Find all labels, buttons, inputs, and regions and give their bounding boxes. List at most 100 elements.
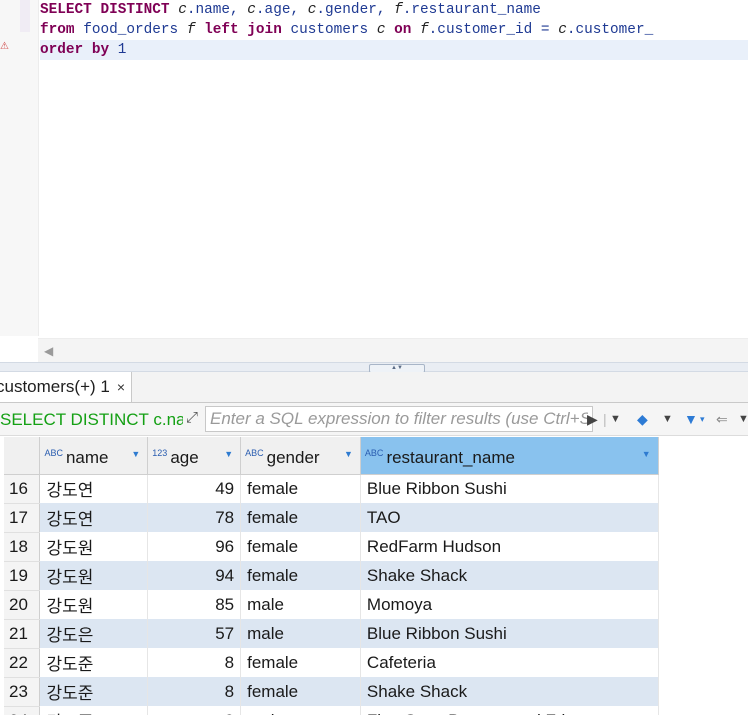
column-header-name[interactable]: ABC name ▼ [39, 437, 149, 475]
row-number[interactable]: 20 [4, 590, 41, 620]
panel-splitter[interactable]: ▲▼ [0, 362, 748, 373]
sql-code[interactable]: SELECT DISTINCT c.name, c.age, c.gender,… [40, 0, 748, 60]
column-header-age[interactable]: 123 age ▼ [147, 437, 242, 475]
row-filler [658, 590, 748, 619]
cell-name[interactable]: 강도원 [39, 561, 149, 590]
cell-name[interactable]: 강도연 [39, 503, 149, 532]
tab-customers-results[interactable]: customers(+) 1 × [0, 372, 133, 402]
cell-restaurant-name[interactable]: Shake Shack [360, 561, 659, 590]
cell-restaurant-name[interactable]: Blue Ribbon Sushi [360, 474, 659, 503]
sql-editor[interactable]: ⚠ SELECT DISTINCT c.name, c.age, c.gende… [0, 0, 748, 362]
table-row[interactable]: 17 강도연 78 female TAO [4, 503, 748, 533]
text-type-icon: ABC [364, 447, 384, 458]
code-token: c [376, 22, 395, 38]
cell-gender[interactable]: female [240, 503, 361, 532]
sort-dropdown-icon[interactable]: ▼ [642, 449, 651, 459]
row-number[interactable]: 19 [4, 561, 41, 591]
cell-age[interactable]: 49 [147, 474, 242, 503]
cell-name[interactable]: 강도은 [39, 619, 149, 648]
cell-name[interactable]: 강도준 [39, 648, 149, 677]
table-row[interactable]: 20 강도원 85 male Momoya [4, 590, 748, 620]
cell-age[interactable]: 8 [147, 677, 242, 706]
back-dropdown-icon[interactable]: ▼ [738, 409, 748, 429]
cell-name[interactable]: 강도원 [39, 590, 149, 619]
table-row[interactable]: 21 강도은 57 male Blue Ribbon Sushi [4, 619, 748, 649]
scroll-left-icon[interactable]: ◀ [44, 344, 53, 358]
cell-name[interactable]: 강도준 [39, 706, 149, 715]
code-token: order by [40, 42, 118, 58]
cell-age[interactable]: 94 [147, 561, 242, 590]
sort-dropdown-icon[interactable]: ▼ [224, 449, 233, 459]
row-number[interactable]: 17 [4, 503, 41, 533]
code-line[interactable]: SELECT DISTINCT c.name, c.age, c.gender,… [40, 0, 748, 20]
row-number[interactable]: 16 [4, 474, 41, 504]
row-filler [658, 561, 748, 590]
numeric-type-icon: 123 [152, 447, 168, 458]
column-header-gender[interactable]: ABC gender ▼ [240, 437, 361, 475]
table-row[interactable]: 16 강도연 49 female Blue Ribbon Sushi [4, 474, 748, 504]
cell-gender[interactable]: female [240, 648, 361, 677]
code-line[interactable]: order by 1 [40, 40, 748, 60]
row-number[interactable]: 23 [4, 677, 41, 707]
cell-gender[interactable]: female [240, 561, 361, 590]
back-icon[interactable]: ⇐ [716, 409, 728, 429]
cell-gender[interactable]: male [240, 619, 361, 648]
code-token: f [420, 22, 429, 38]
close-icon[interactable]: × [117, 379, 125, 395]
column-header-label: age [170, 447, 199, 467]
row-number[interactable]: 24 [4, 706, 41, 715]
eraser-dropdown-icon[interactable]: ▼ [662, 409, 673, 429]
filter-input[interactable] [205, 406, 593, 432]
code-token: on [394, 22, 421, 38]
query-text-label[interactable]: SELECT DISTINCT c.name, c.age, c.gender,… [0, 409, 183, 431]
rownum-header [4, 437, 41, 475]
cell-restaurant-name[interactable]: Blue Ribbon Sushi [360, 619, 659, 648]
table-row[interactable]: 19 강도원 94 female Shake Shack [4, 561, 748, 591]
text-type-icon: ABC [44, 447, 63, 458]
cell-gender[interactable]: female [240, 532, 361, 561]
cell-age[interactable]: 8 [147, 648, 242, 677]
results-grid[interactable]: ABC name ▼ 123 age ▼ ABC gender ▼ ABC restaurant_n… [0, 436, 748, 715]
cell-age[interactable]: 78 [147, 503, 242, 532]
play-icon[interactable]: ▶ [587, 409, 598, 429]
code-token: .name, [186, 2, 248, 18]
code-line[interactable]: from food_orders f left join customers c… [40, 20, 748, 40]
filter-dropdown-icon[interactable]: ▾ [700, 409, 705, 429]
cell-restaurant-name[interactable]: RedFarm Hudson [360, 532, 659, 561]
cell-age[interactable]: 57 [147, 619, 242, 648]
history-dropdown-icon[interactable]: ▼ [610, 409, 621, 429]
row-number[interactable]: 21 [4, 619, 41, 649]
row-filler [658, 474, 748, 503]
cell-name[interactable]: 강도준 [39, 677, 149, 706]
cell-restaurant-name[interactable]: Momoya [360, 590, 659, 619]
cell-restaurant-name[interactable]: TAO [360, 503, 659, 532]
cell-restaurant-name[interactable]: Shake Shack [360, 677, 659, 706]
column-header-restaurant-name[interactable]: ABC restaurant_name ▼ [360, 437, 659, 475]
filter-icon[interactable]: ▼ [684, 409, 698, 429]
editor-horizontal-scrollbar[interactable]: ◀ [38, 338, 748, 362]
row-number[interactable]: 18 [4, 532, 41, 562]
cell-gender[interactable]: female [240, 474, 361, 503]
cell-restaurant-name[interactable]: Five Guys Burgers and Fries [360, 706, 659, 715]
code-token: c [558, 22, 567, 38]
row-number[interactable]: 22 [4, 648, 41, 678]
table-row[interactable]: 22 강도준 8 female Cafeteria [4, 648, 748, 678]
cell-gender[interactable]: male [240, 590, 361, 619]
expand-icon[interactable]: ⤢ [186, 409, 198, 426]
eraser-icon[interactable]: ◆ [637, 409, 648, 429]
cell-age[interactable]: 96 [147, 532, 242, 561]
cell-gender[interactable]: female [240, 677, 361, 706]
cell-restaurant-name[interactable]: Cafeteria [360, 648, 659, 677]
cell-age[interactable]: 8 [147, 706, 242, 715]
table-row[interactable]: 24강도준8maleFive Guys Burgers and Fries [4, 706, 748, 715]
sort-dropdown-icon[interactable]: ▼ [344, 449, 353, 459]
table-row[interactable]: 18 강도원 96 female RedFarm Hudson [4, 532, 748, 562]
code-token: SELECT DISTINCT [40, 2, 179, 18]
code-token: c [178, 2, 187, 18]
table-row[interactable]: 23 강도준 8 female Shake Shack [4, 677, 748, 707]
sort-dropdown-icon[interactable]: ▼ [131, 449, 140, 459]
cell-name[interactable]: 강도연 [39, 474, 149, 503]
cell-gender[interactable]: male [240, 706, 361, 715]
cell-name[interactable]: 강도원 [39, 532, 149, 561]
cell-age[interactable]: 85 [147, 590, 242, 619]
